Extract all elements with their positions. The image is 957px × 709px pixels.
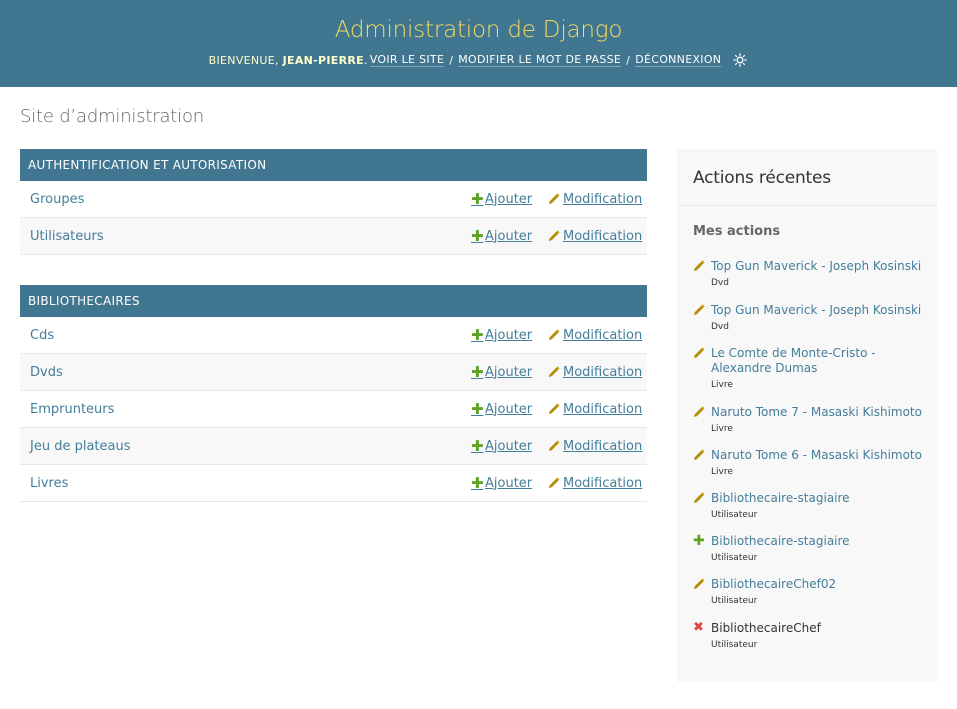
username: Jean-Pierre bbox=[282, 53, 364, 67]
action-item: Le Comte de Monte-Cristo - Alexandre Dum… bbox=[693, 346, 929, 391]
add-button[interactable]: ✚ Ajouter bbox=[471, 325, 532, 344]
add-button[interactable]: ✚ Ajouter bbox=[471, 399, 532, 418]
model-row: Groupes ✚ Ajouter Modification bbox=[20, 181, 647, 218]
plus-icon: ✚ bbox=[471, 399, 484, 418]
app-caption[interactable]: Bibliothecaires bbox=[20, 285, 647, 317]
model-row: Cds ✚ Ajouter Modification bbox=[20, 317, 647, 354]
action-type: Livre bbox=[711, 380, 733, 390]
page-title: Site d’administration bbox=[20, 106, 204, 127]
add-button[interactable]: ✚ Ajouter bbox=[471, 436, 532, 455]
app-module-auth: Authentification et autorisation Groupes… bbox=[20, 149, 647, 255]
app-module-bibliothecaires: Bibliothecaires Cds ✚ Ajouter Modificatio… bbox=[20, 285, 647, 502]
separator: / bbox=[626, 53, 631, 67]
pencil-icon bbox=[694, 406, 705, 417]
plus-icon: ✚ bbox=[471, 362, 484, 381]
change-button[interactable]: Modification bbox=[548, 328, 642, 343]
pencil-icon bbox=[549, 329, 560, 340]
plus-icon: ✚ bbox=[471, 189, 484, 208]
action-link[interactable]: Top Gun Maverick - Joseph Kosinski bbox=[711, 303, 929, 318]
action-item: Top Gun Maverick - Joseph Kosinski Dvd bbox=[693, 259, 929, 289]
plus-icon: ✚ bbox=[693, 533, 705, 549]
pencil-icon bbox=[549, 230, 560, 241]
action-type: Livre bbox=[711, 467, 733, 477]
pencil-icon bbox=[694, 578, 705, 589]
model-row: Livres ✚ Ajouter Modification bbox=[20, 465, 647, 502]
pencil-icon bbox=[694, 347, 705, 358]
logout-link[interactable]: Déconnexion bbox=[635, 53, 722, 67]
action-type: Dvd bbox=[711, 322, 729, 332]
recent-actions-title: Actions récentes bbox=[677, 149, 937, 206]
plus-icon: ✚ bbox=[471, 226, 484, 245]
action-item: BibliothecaireChef02 Utilisateur bbox=[693, 577, 929, 607]
pencil-icon bbox=[549, 366, 560, 377]
model-link-jeu-de-plateaus[interactable]: Jeu de plateaus bbox=[30, 439, 131, 454]
action-link[interactable]: Bibliothecaire-stagiaire bbox=[711, 491, 929, 506]
view-site-link[interactable]: Voir le site bbox=[369, 53, 445, 67]
action-type: Utilisateur bbox=[711, 640, 758, 650]
change-password-link[interactable]: Modifier le mot de passe bbox=[458, 53, 622, 67]
pencil-icon bbox=[549, 193, 560, 204]
change-button[interactable]: Modification bbox=[548, 439, 642, 454]
plus-icon: ✚ bbox=[471, 325, 484, 344]
action-text-deleted: BibliothecaireChef bbox=[711, 621, 821, 635]
model-link-cds[interactable]: Cds bbox=[30, 328, 54, 343]
model-link-groupes[interactable]: Groupes bbox=[30, 192, 84, 207]
model-row: Utilisateurs ✚ Ajouter Modification bbox=[20, 218, 647, 255]
app-caption[interactable]: Authentification et autorisation bbox=[20, 149, 647, 181]
action-type: Utilisateur bbox=[711, 596, 758, 606]
pencil-icon bbox=[694, 492, 705, 503]
model-link-dvds[interactable]: Dvds bbox=[30, 365, 63, 380]
delete-icon: ✖ bbox=[693, 620, 704, 635]
plus-icon: ✚ bbox=[471, 436, 484, 455]
change-button[interactable]: Modification bbox=[548, 192, 642, 207]
action-link[interactable]: Bibliothecaire-stagiaire bbox=[711, 534, 929, 549]
app-list: Authentification et autorisation Groupes… bbox=[20, 149, 647, 532]
pencil-icon bbox=[694, 260, 705, 271]
user-tools: Bienvenue, Jean-Pierre. Voir le site / M… bbox=[0, 48, 957, 72]
action-item: Naruto Tome 6 - Masaski Kishimoto Livre bbox=[693, 448, 929, 478]
change-button[interactable]: Modification bbox=[548, 229, 642, 244]
recent-actions-sidebar: Actions récentes Mes actions Top Gun Mav… bbox=[677, 149, 937, 682]
model-row: Dvds ✚ Ajouter Modification bbox=[20, 354, 647, 391]
action-type: Livre bbox=[711, 424, 733, 434]
separator: / bbox=[449, 53, 454, 67]
action-type: Utilisateur bbox=[711, 510, 758, 520]
welcome-text: Bienvenue, bbox=[208, 53, 279, 67]
add-button[interactable]: ✚ Ajouter bbox=[471, 226, 532, 245]
theme-toggle-sun-icon[interactable] bbox=[732, 52, 748, 68]
action-link[interactable]: Top Gun Maverick - Joseph Kosinski bbox=[711, 259, 929, 274]
site-title[interactable]: Administration de Django bbox=[0, 0, 957, 48]
plus-icon: ✚ bbox=[471, 473, 484, 492]
action-type: Dvd bbox=[711, 278, 729, 288]
pencil-icon bbox=[549, 440, 560, 451]
pencil-icon bbox=[549, 477, 560, 488]
action-link[interactable]: Naruto Tome 7 - Masaski Kishimoto bbox=[711, 405, 929, 420]
change-button[interactable]: Modification bbox=[548, 476, 642, 491]
add-button[interactable]: ✚ Ajouter bbox=[471, 362, 532, 381]
pencil-icon bbox=[549, 403, 560, 414]
change-button[interactable]: Modification bbox=[548, 365, 642, 380]
action-link[interactable]: BibliothecaireChef02 bbox=[711, 577, 929, 592]
change-button[interactable]: Modification bbox=[548, 402, 642, 417]
model-row: Emprunteurs ✚ Ajouter Modification bbox=[20, 391, 647, 428]
header: Administration de Django Bienvenue, Jean… bbox=[0, 0, 957, 87]
pencil-icon bbox=[694, 449, 705, 460]
action-item: ✚ Bibliothecaire-stagiaire Utilisateur bbox=[693, 534, 929, 564]
pencil-icon bbox=[694, 304, 705, 315]
model-link-emprunteurs[interactable]: Emprunteurs bbox=[30, 402, 114, 417]
model-link-utilisateurs[interactable]: Utilisateurs bbox=[30, 229, 104, 244]
model-row: Jeu de plateaus ✚ Ajouter Modification bbox=[20, 428, 647, 465]
add-button[interactable]: ✚ Ajouter bbox=[471, 473, 532, 492]
add-button[interactable]: ✚ Ajouter bbox=[471, 189, 532, 208]
action-link[interactable]: Naruto Tome 6 - Masaski Kishimoto bbox=[711, 448, 929, 463]
action-item: Top Gun Maverick - Joseph Kosinski Dvd bbox=[693, 303, 929, 333]
action-item: Naruto Tome 7 - Masaski Kishimoto Livre bbox=[693, 405, 929, 435]
action-item: ✖ BibliothecaireChef Utilisateur bbox=[693, 621, 929, 651]
action-item: Bibliothecaire-stagiaire Utilisateur bbox=[693, 491, 929, 521]
action-link[interactable]: Le Comte de Monte-Cristo - Alexandre Dum… bbox=[711, 346, 929, 376]
action-type: Utilisateur bbox=[711, 553, 758, 563]
my-actions-heading: Mes actions bbox=[693, 224, 781, 239]
model-link-livres[interactable]: Livres bbox=[30, 476, 68, 491]
